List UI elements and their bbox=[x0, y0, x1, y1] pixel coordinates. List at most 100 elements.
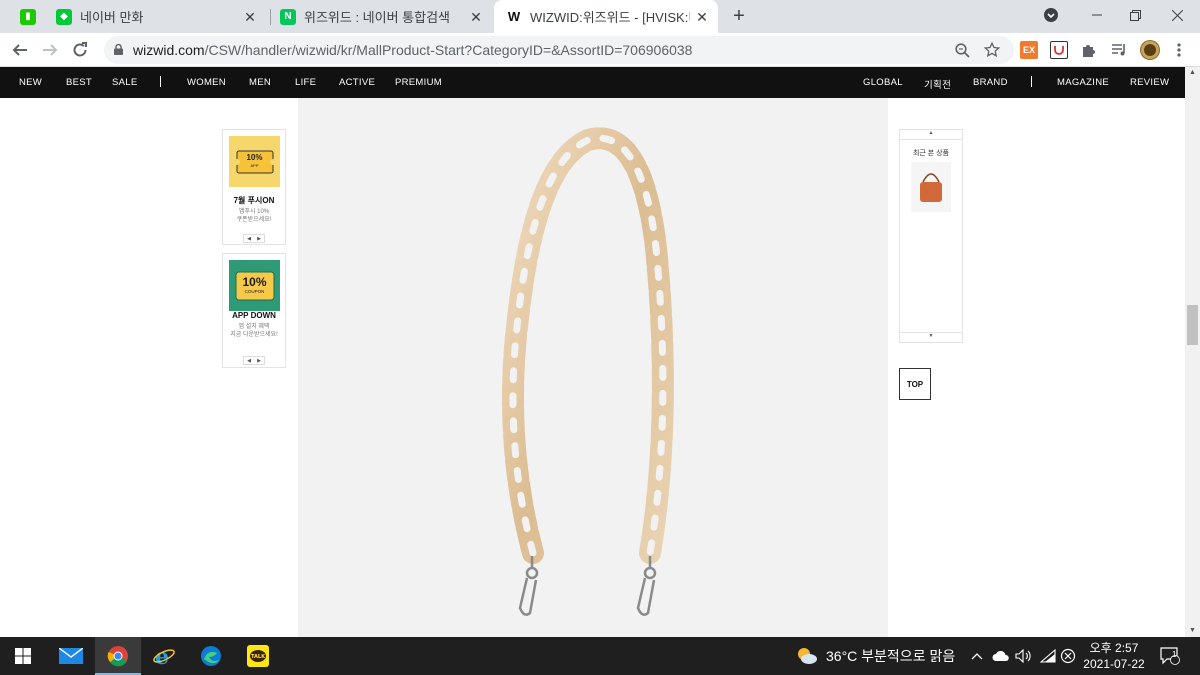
prev-icon[interactable]: ◀ bbox=[247, 236, 251, 242]
promo-sub: 앱푸시 10% bbox=[238, 209, 270, 215]
promo-title: APP DOWN bbox=[232, 311, 276, 320]
scroll-top-button[interactable]: TOP bbox=[899, 368, 931, 400]
internet-explorer-icon[interactable]: e bbox=[141, 637, 187, 675]
close-tab-icon[interactable]: ✕ bbox=[242, 9, 258, 25]
tab-separator bbox=[270, 9, 271, 25]
wizwid-w-icon: W bbox=[506, 8, 522, 25]
onedrive-cloud-icon[interactable] bbox=[992, 637, 1010, 675]
nav-women[interactable]: WOMEN bbox=[187, 77, 226, 88]
ex-extension-icon[interactable]: EX bbox=[1020, 41, 1038, 59]
nav-divider bbox=[160, 76, 161, 87]
nav-premium[interactable]: PREMIUM bbox=[395, 77, 442, 88]
prev-icon[interactable]: ◀ bbox=[247, 358, 251, 364]
volume-icon[interactable] bbox=[1015, 637, 1031, 675]
nav-sale[interactable]: SALE bbox=[112, 77, 138, 88]
network-error-icon[interactable] bbox=[1060, 637, 1076, 675]
naver-webtoon-icon: ◆ bbox=[56, 8, 72, 25]
address-bar[interactable]: wizwid.com/CSW/handler/wizwid/kr/MallPro… bbox=[104, 36, 1014, 64]
notification-center-icon[interactable]: 1 bbox=[1160, 637, 1180, 675]
back-button[interactable] bbox=[8, 38, 32, 62]
nav-global[interactable]: GLOBAL bbox=[863, 77, 903, 88]
pocket-extension-icon[interactable] bbox=[1050, 41, 1068, 59]
nav-magazine[interactable]: MAGAZINE bbox=[1057, 77, 1109, 88]
tab-title: WIZWID:위즈위드 - [HVISK:비스 bbox=[530, 10, 690, 25]
media-control-icon[interactable] bbox=[1110, 41, 1128, 59]
windows-taskbar: e TALK 36°C 부분적으로 맑음 오후 2:57 2021-07-22 … bbox=[0, 637, 1200, 675]
scroll-down-arrow-icon[interactable]: ▼ bbox=[1185, 625, 1200, 637]
close-window-button[interactable] bbox=[1154, 0, 1200, 30]
scroll-up-icon[interactable]: ▲ bbox=[900, 130, 962, 140]
promo-banner-app[interactable]: 10% COUPON APP DOWN 앱 설치 혜택 지금 다운받으세요! ◀… bbox=[222, 253, 286, 368]
system-clock[interactable]: 오후 2:57 2021-07-22 bbox=[1078, 640, 1150, 672]
chain-strap-image bbox=[502, 127, 674, 616]
windows-start-icon[interactable] bbox=[0, 637, 46, 675]
edge-icon[interactable] bbox=[188, 637, 234, 675]
chrome-menu-icon[interactable] bbox=[1170, 41, 1188, 59]
promo-sub: 앱 설치 혜택 bbox=[238, 324, 270, 330]
notification-count: 1 bbox=[1172, 650, 1177, 659]
promo-sub: 쿠폰받으세요! bbox=[236, 217, 272, 223]
tab-title: 네이버 만화 bbox=[80, 10, 144, 25]
scroll-down-icon[interactable]: ▼ bbox=[900, 332, 962, 342]
partly-sunny-icon bbox=[798, 648, 817, 664]
recently-viewed-panel: ▲ 최근 본 상품 ▼ bbox=[899, 129, 963, 343]
page-content: 10% APP 7월 푸시ON 앱푸시 10% 쿠폰받으세요! ◀ ▶ 10% C… bbox=[0, 98, 1185, 637]
promo-pager[interactable]: ◀ ▶ bbox=[243, 356, 265, 365]
url-host: wizwid.com bbox=[133, 42, 205, 58]
svg-text:TALK: TALK bbox=[251, 654, 266, 660]
close-tab-icon[interactable]: ✕ bbox=[468, 9, 484, 25]
weather-text: 36°C 부분적으로 맑음 bbox=[826, 648, 956, 664]
coupon-ticket-icon: 10% APP bbox=[229, 136, 280, 187]
naver-n-icon: N bbox=[280, 8, 296, 25]
mail-icon[interactable] bbox=[48, 637, 94, 675]
zoom-icon[interactable] bbox=[952, 40, 972, 60]
promo-banner-push[interactable]: 10% APP 7월 푸시ON 앱푸시 10% 쿠폰받으세요! ◀ ▶ bbox=[222, 129, 286, 245]
show-hidden-icons[interactable] bbox=[971, 637, 983, 675]
promo-title: 7월 푸시ON bbox=[233, 196, 275, 205]
nav-active[interactable]: ACTIVE bbox=[339, 77, 375, 88]
close-tab-icon[interactable]: ✕ bbox=[694, 9, 710, 25]
nav-new[interactable]: NEW bbox=[19, 77, 42, 88]
new-tab-button[interactable]: + bbox=[729, 6, 749, 26]
extensions-puzzle-icon[interactable] bbox=[1080, 41, 1098, 59]
product-image[interactable] bbox=[298, 98, 888, 637]
recent-item-thumbnail[interactable] bbox=[911, 162, 951, 212]
reload-button[interactable] bbox=[68, 38, 92, 62]
nav-best[interactable]: BEST bbox=[66, 77, 92, 88]
wifi-icon[interactable] bbox=[1040, 637, 1056, 675]
tab-strip: ▮ ◆ 네이버 만화 ✕ N 위즈위드 : 네이버 통합검색 ✕ W WIZWI… bbox=[0, 0, 1200, 33]
site-nav-bar: NEW BEST SALE WOMEN MEN LIFE ACTIVE PREM… bbox=[0, 67, 1185, 98]
nav-life[interactable]: LIFE bbox=[295, 77, 316, 88]
tab-title: 위즈위드 : 네이버 통합검색 bbox=[304, 10, 451, 25]
bookmark-star-icon[interactable] bbox=[982, 40, 1002, 60]
weather-widget[interactable]: 36°C 부분적으로 맑음 bbox=[796, 637, 955, 675]
next-icon[interactable]: ▶ bbox=[257, 358, 261, 364]
naver-green-icon: ▮ bbox=[20, 8, 36, 25]
kakaotalk-icon[interactable]: TALK bbox=[235, 637, 281, 675]
scrollbar-thumb[interactable] bbox=[1187, 305, 1198, 345]
restore-button[interactable] bbox=[1112, 0, 1158, 30]
nav-divider bbox=[1031, 76, 1032, 87]
nav-brand[interactable]: BRAND bbox=[973, 77, 1008, 88]
chrome-icon[interactable] bbox=[95, 637, 141, 675]
tab-naver-search[interactable]: N 위즈위드 : 네이버 통합검색 ✕ bbox=[280, 0, 492, 33]
tab-search-icon[interactable] bbox=[1028, 0, 1074, 30]
profile-avatar[interactable] bbox=[1140, 40, 1160, 60]
browser-toolbar: wizwid.com/CSW/handler/wizwid/kr/MallPro… bbox=[0, 33, 1200, 67]
nav-men[interactable]: MEN bbox=[249, 77, 271, 88]
tab-pinned-naver[interactable]: ▮ bbox=[8, 0, 48, 33]
url-text[interactable]: wizwid.com/CSW/handler/wizwid/kr/MallPro… bbox=[133, 42, 692, 58]
promo-sub: 지금 다운받으세요! bbox=[230, 332, 278, 338]
nav-review[interactable]: REVIEW bbox=[1130, 77, 1169, 88]
url-path: /CSW/handler/wizwid/kr/MallProduct-Start… bbox=[204, 42, 693, 58]
forward-button[interactable] bbox=[38, 38, 62, 62]
scroll-up-arrow-icon[interactable]: ▲ bbox=[1185, 67, 1200, 79]
tab-naver-comic[interactable]: ◆ 네이버 만화 ✕ bbox=[56, 0, 266, 33]
tab-wizwid-active[interactable]: W WIZWID:위즈위드 - [HVISK:비스 ✕ bbox=[494, 0, 718, 33]
promo-pager[interactable]: ◀ ▶ bbox=[243, 234, 265, 243]
page-scrollbar[interactable]: ▲ ▼ bbox=[1185, 67, 1200, 637]
lock-icon[interactable] bbox=[114, 44, 123, 55]
next-icon[interactable]: ▶ bbox=[257, 236, 261, 242]
recent-title: 최근 본 상품 bbox=[912, 150, 950, 157]
nav-exhibition[interactable]: 기획전 bbox=[924, 77, 951, 91]
